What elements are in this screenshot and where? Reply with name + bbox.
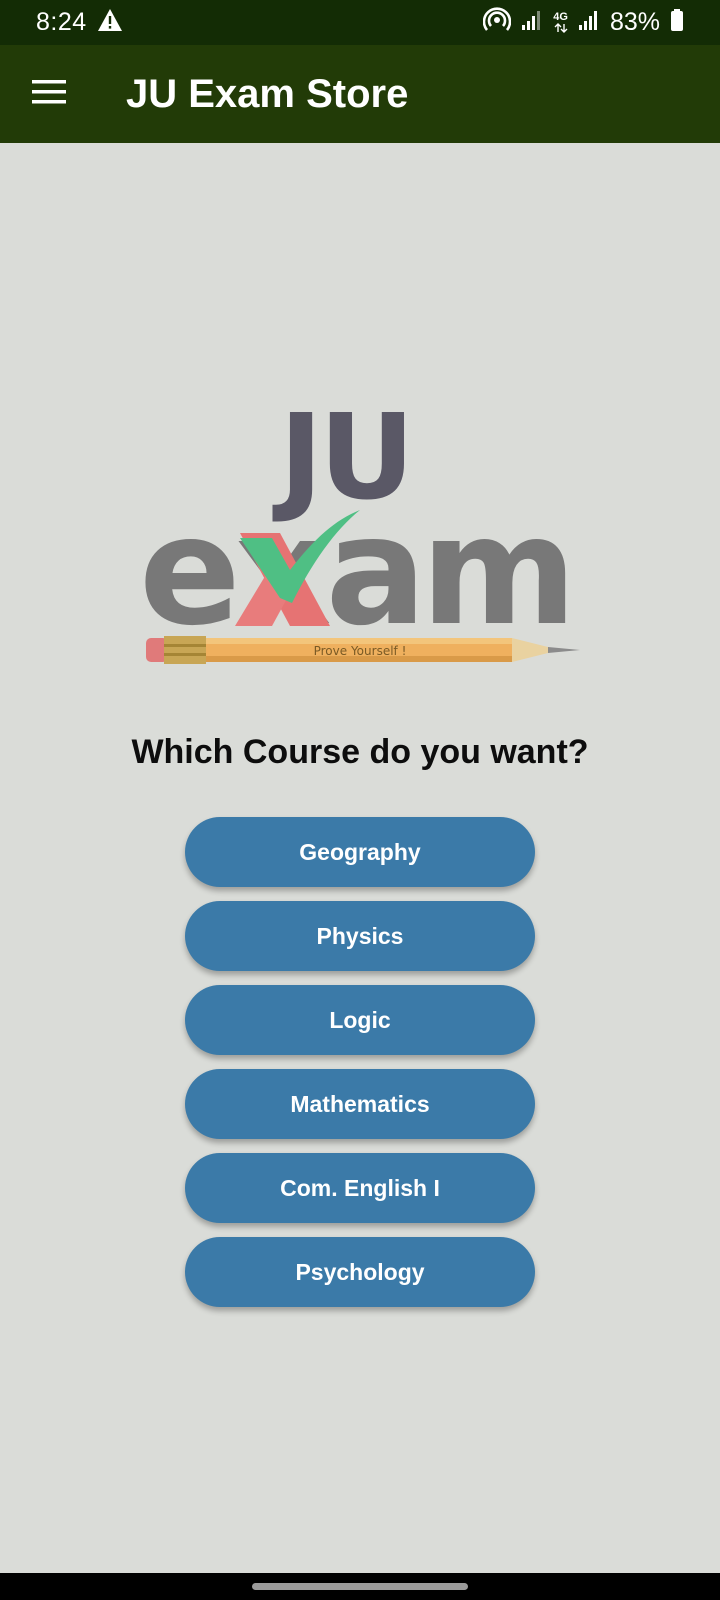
course-button-mathematics[interactable]: Mathematics — [185, 1069, 535, 1139]
signal-icon — [521, 9, 543, 36]
warning-icon — [97, 8, 123, 37]
course-button-psychology[interactable]: Psychology — [185, 1237, 535, 1307]
course-button-logic[interactable]: Logic — [185, 985, 535, 1055]
status-bar: 8:24 4G 83% — [0, 0, 720, 45]
battery-icon — [670, 8, 684, 37]
hotspot-icon — [482, 7, 512, 38]
system-nav-bar — [0, 1573, 720, 1600]
home-gesture-handle[interactable] — [252, 1583, 468, 1590]
main-content: JU exam Prove Yourself ! Which Course do… — [0, 143, 720, 1573]
hamburger-menu-icon — [32, 79, 66, 110]
app-title: JU Exam Store — [126, 71, 409, 116]
course-list: Geography Physics Logic Mathematics Com.… — [185, 817, 535, 1307]
logo-tagline: Prove Yourself ! — [314, 644, 407, 658]
status-time: 8:24 — [36, 8, 87, 36]
course-button-com-english[interactable]: Com. English I — [185, 1153, 535, 1223]
app-bar: JU Exam Store — [0, 45, 720, 143]
network-type: 4G — [553, 11, 568, 23]
course-button-physics[interactable]: Physics — [185, 901, 535, 971]
course-question: Which Course do you want? — [131, 733, 589, 771]
course-button-geography[interactable]: Geography — [185, 817, 535, 887]
logo-exam-text: exam — [140, 485, 571, 659]
status-left: 8:24 — [36, 8, 123, 37]
pencil-graphic: Prove Yourself ! — [146, 636, 580, 664]
status-right: 4G 83% — [482, 7, 684, 38]
signal-icon — [578, 9, 600, 36]
network-type-icon: 4G — [553, 12, 568, 33]
battery-percent: 83% — [609, 8, 660, 36]
menu-button[interactable] — [0, 45, 98, 143]
